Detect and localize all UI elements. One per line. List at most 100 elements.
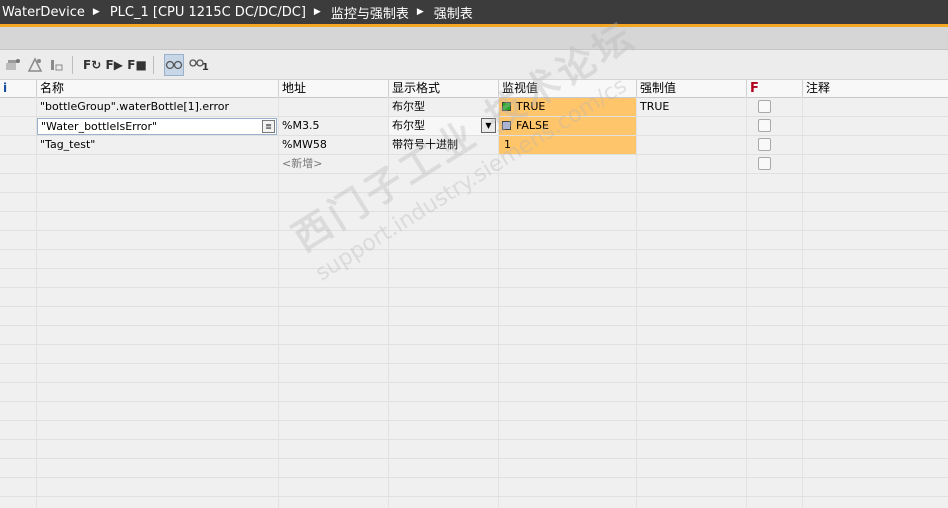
header-address[interactable]: 地址 bbox=[279, 80, 389, 97]
empty-row bbox=[0, 345, 948, 364]
empty-row bbox=[0, 174, 948, 193]
header-force-flag-label: F bbox=[750, 81, 759, 96]
force-table: i 名称 地址 显示格式 监视值 强制值 F 注释 "bottleGroup".… bbox=[0, 80, 948, 508]
chevron-down-icon[interactable]: ▼ bbox=[481, 118, 496, 133]
empty-row bbox=[0, 326, 948, 345]
force-stop-icon[interactable]: F■ bbox=[127, 55, 147, 75]
row-format[interactable]: 带符号十进制 bbox=[389, 136, 499, 154]
force-checkbox[interactable] bbox=[758, 157, 771, 170]
header-force-value[interactable]: 强制值 bbox=[637, 80, 747, 97]
force-checkbox[interactable] bbox=[758, 138, 771, 151]
empty-row bbox=[0, 212, 948, 231]
header-monitor-value[interactable]: 监视值 bbox=[499, 80, 637, 97]
toolbar: F↻ F▶ F■ 1 bbox=[0, 50, 948, 80]
row-force-flag-cell bbox=[747, 98, 803, 116]
row-index bbox=[0, 98, 37, 116]
row-index bbox=[0, 117, 37, 135]
row-name[interactable]: "Tag_test" bbox=[37, 136, 279, 154]
add-new-row[interactable]: <新增> bbox=[0, 155, 948, 174]
empty-row bbox=[0, 288, 948, 307]
row-name[interactable] bbox=[37, 155, 279, 173]
force-update-icon[interactable]: F↻ bbox=[83, 55, 101, 75]
row-monitor-text: TRUE bbox=[516, 100, 546, 113]
empty-row bbox=[0, 307, 948, 326]
empty-row bbox=[0, 231, 948, 250]
editor-tab-bar bbox=[0, 27, 948, 50]
row-monitor-value: TRUE bbox=[499, 98, 637, 116]
empty-row bbox=[0, 250, 948, 269]
row-monitor-text: FALSE bbox=[516, 119, 549, 132]
row-index bbox=[0, 136, 37, 154]
add-new-label[interactable]: <新增> bbox=[279, 155, 389, 173]
table-header: i 名称 地址 显示格式 监视值 强制值 F 注释 bbox=[0, 80, 948, 98]
force-checkbox[interactable] bbox=[758, 100, 771, 113]
monitor-all-icon[interactable] bbox=[163, 53, 184, 76]
row-index bbox=[0, 155, 37, 173]
header-index: i bbox=[0, 80, 37, 97]
column-divider bbox=[498, 97, 499, 508]
row-force-flag-cell bbox=[747, 136, 803, 154]
column-divider bbox=[388, 97, 389, 508]
column-divider bbox=[278, 97, 279, 508]
column-divider bbox=[746, 97, 747, 508]
empty-row bbox=[0, 193, 948, 212]
tag-list-icon[interactable]: ≣ bbox=[262, 120, 275, 133]
column-divider bbox=[802, 97, 803, 508]
row-address[interactable]: %M3.5 bbox=[279, 117, 389, 135]
row-force-flag-cell bbox=[747, 117, 803, 135]
header-name[interactable]: 名称 bbox=[37, 80, 279, 97]
true-indicator-icon bbox=[502, 102, 511, 111]
toolbar-separator bbox=[72, 55, 73, 74]
table-row[interactable]: "bottleGroup".waterBottle[1].error 布尔型 T… bbox=[0, 98, 948, 117]
chevron-right-icon: ▶ bbox=[416, 7, 424, 17]
name-input[interactable]: "Water_bottleIsError" ≣ bbox=[37, 118, 277, 135]
empty-row bbox=[0, 383, 948, 402]
name-input-text: "Water_bottleIsError" bbox=[41, 120, 158, 133]
force-toggle-icon[interactable] bbox=[4, 55, 22, 75]
row-monitor-value: 1 bbox=[499, 136, 637, 154]
force-checkbox[interactable] bbox=[758, 119, 771, 132]
toolbar-separator bbox=[152, 55, 154, 74]
row-force-value[interactable] bbox=[637, 117, 747, 135]
row-address[interactable] bbox=[279, 98, 389, 116]
stop-force-icon[interactable] bbox=[26, 55, 44, 75]
row-format[interactable]: 布尔型 bbox=[389, 98, 499, 116]
header-format[interactable]: 显示格式 bbox=[389, 80, 499, 97]
row-comment[interactable] bbox=[803, 98, 948, 116]
row-force-flag-cell bbox=[747, 155, 803, 173]
row-force-value bbox=[637, 155, 747, 173]
breadcrumb-item-watch-force-tables[interactable]: 监控与强制表 bbox=[329, 3, 409, 22]
row-address[interactable]: %MW58 bbox=[279, 136, 389, 154]
row-monitor-value bbox=[499, 155, 637, 173]
force-load-icon[interactable] bbox=[48, 55, 66, 75]
row-name[interactable]: "bottleGroup".waterBottle[1].error bbox=[37, 98, 279, 116]
column-divider bbox=[36, 97, 37, 508]
column-divider bbox=[636, 97, 637, 508]
breadcrumb: WaterDevice ▶ PLC_1 [CPU 1215C DC/DC/DC]… bbox=[0, 0, 948, 24]
row-format bbox=[389, 155, 499, 173]
chevron-right-icon: ▶ bbox=[313, 7, 321, 17]
header-index-label: i bbox=[3, 81, 8, 95]
row-comment[interactable] bbox=[803, 117, 948, 135]
header-force-flag[interactable]: F bbox=[747, 80, 803, 97]
breadcrumb-item-project[interactable]: WaterDevice bbox=[0, 5, 85, 20]
chevron-right-icon: ▶ bbox=[92, 7, 100, 17]
table-row[interactable]: "Water_bottleIsError" ≣ %M3.5 布尔型 ▼ FALS… bbox=[0, 117, 948, 136]
breadcrumb-item-force-table[interactable]: 强制表 bbox=[432, 3, 473, 22]
row-force-value[interactable] bbox=[637, 136, 747, 154]
breadcrumb-item-plc[interactable]: PLC_1 [CPU 1215C DC/DC/DC] bbox=[108, 5, 306, 20]
row-force-value[interactable]: TRUE bbox=[637, 98, 747, 116]
row-comment bbox=[803, 155, 948, 173]
header-comment[interactable]: 注释 bbox=[803, 80, 948, 97]
false-indicator-icon bbox=[502, 121, 511, 130]
empty-row bbox=[0, 364, 948, 383]
force-step-icon[interactable]: F▶ bbox=[105, 55, 123, 75]
empty-row bbox=[0, 459, 948, 478]
row-comment[interactable] bbox=[803, 136, 948, 154]
monitor-once-label: 1 bbox=[201, 62, 209, 73]
row-monitor-value: FALSE bbox=[499, 117, 637, 135]
table-row[interactable]: "Tag_test" %MW58 带符号十进制 1 bbox=[0, 136, 948, 155]
empty-row bbox=[0, 269, 948, 288]
monitor-once-icon[interactable]: 1 bbox=[188, 55, 209, 75]
empty-row bbox=[0, 478, 948, 497]
